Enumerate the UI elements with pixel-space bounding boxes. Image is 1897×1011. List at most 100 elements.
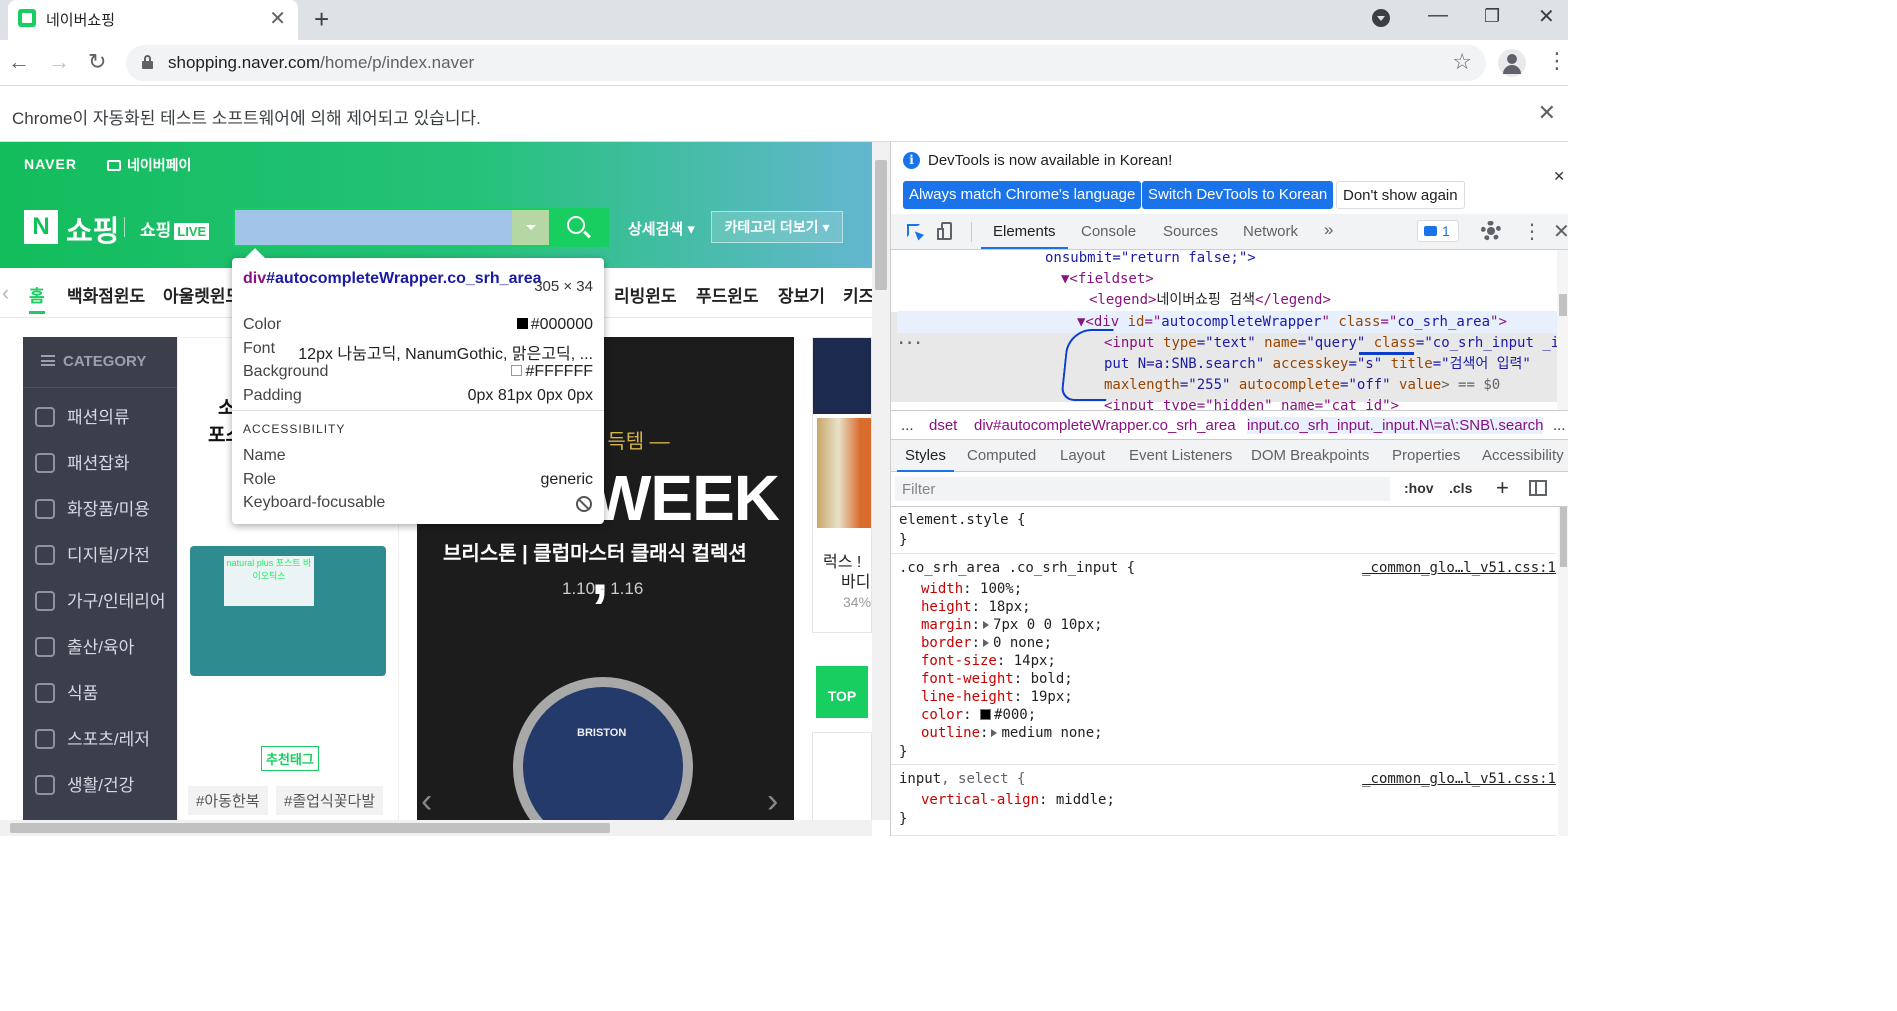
more-tabs-icon[interactable]: »: [1324, 220, 1333, 240]
tab-event-listeners[interactable]: Event Listeners: [1129, 447, 1232, 464]
shopping-logo-text[interactable]: 쇼핑: [66, 208, 119, 250]
menu-item-living[interactable]: 리빙윈도: [614, 282, 677, 307]
styles-filter-input[interactable]: Filter: [895, 477, 1390, 501]
style-property[interactable]: font-size: 14px;: [921, 652, 1056, 670]
tab-styles[interactable]: Styles: [897, 447, 954, 472]
devtools-menu-icon[interactable]: ⋮: [1522, 219, 1542, 244]
browser-tab[interactable]: 네이버쇼핑 ✕: [8, 0, 298, 40]
settings-gear-icon[interactable]: [1481, 221, 1501, 241]
search-button[interactable]: [549, 210, 607, 245]
dom-line-selected-wrapper[interactable]: ▼<div id="autocompleteWrapper" class="co…: [1077, 312, 1507, 333]
side-product-card[interactable]: 럭스 ! 바디 34%: [812, 337, 872, 633]
category-item[interactable]: 디지털/가전: [35, 541, 150, 566]
dom-line[interactable]: put N=a:SNB.search" accesskey="s" title=…: [1104, 354, 1531, 375]
category-item[interactable]: 패션의류: [35, 403, 130, 428]
close-devtools-icon[interactable]: ✕: [1553, 219, 1568, 244]
always-match-language-button[interactable]: Always match Chrome's language: [903, 181, 1142, 209]
dom-line[interactable]: <legend>네이버쇼핑 검색</legend>: [1089, 290, 1331, 311]
tag-chip[interactable]: #졸업식꽃다발: [276, 786, 384, 815]
menu-item-grocery[interactable]: 장보기: [778, 282, 825, 307]
close-infobar-icon[interactable]: ✕: [1553, 168, 1565, 185]
class-toggle[interactable]: .cls: [1449, 480, 1472, 496]
dom-line[interactable]: onsubmit="return false;">: [1045, 250, 1256, 269]
tag-chip[interactable]: #아동한복: [188, 786, 268, 815]
dom-line[interactable]: <input type="hidden" name="cat_id">: [1104, 396, 1399, 410]
hover-state-toggle[interactable]: :hov: [1404, 480, 1434, 496]
autocomplete-toggle[interactable]: [512, 210, 549, 245]
category-item[interactable]: 가구/인테리어: [35, 587, 166, 612]
dom-line[interactable]: ▼<fieldset>: [1061, 269, 1154, 290]
category-item[interactable]: 출산/육아: [35, 633, 134, 658]
menu-item-outlet[interactable]: 아울렛윈도: [163, 282, 241, 307]
dom-line[interactable]: maxlength="255" autocomplete="off" value…: [1104, 375, 1500, 396]
style-property[interactable]: outline: medium none;: [921, 724, 1103, 742]
menu-prev-icon[interactable]: ‹: [2, 280, 9, 306]
tab-accessibility[interactable]: Accessibility: [1482, 447, 1564, 464]
style-property[interactable]: height: 18px;: [921, 598, 1031, 616]
rule-selector[interactable]: input, select {: [899, 770, 1025, 788]
styles-scrollbar[interactable]: [1558, 507, 1568, 836]
search-input[interactable]: [235, 210, 512, 245]
style-property[interactable]: width: 100%;: [921, 580, 1022, 598]
tab-network[interactable]: Network: [1243, 223, 1298, 240]
tab-properties[interactable]: Properties: [1392, 447, 1460, 464]
inspect-element-icon[interactable]: [905, 222, 925, 241]
issues-badge[interactable]: 1: [1417, 220, 1459, 242]
tab-layout[interactable]: Layout: [1060, 447, 1105, 464]
new-rule-icon[interactable]: +: [1496, 475, 1509, 501]
restore-icon[interactable]: ❐: [1484, 6, 1500, 27]
rule-source-link[interactable]: _common_glo…l_v51.css:1: [1362, 559, 1556, 577]
naver-pay-link[interactable]: 네이버페이: [107, 155, 191, 175]
category-item[interactable]: 스포츠/레저: [35, 725, 150, 750]
node-actions-icon[interactable]: ...: [897, 330, 922, 351]
new-tab-icon[interactable]: +: [314, 4, 329, 35]
menu-item-department[interactable]: 백화점윈도: [67, 282, 145, 307]
rule-selector[interactable]: .co_srh_area .co_srh_input {: [899, 559, 1135, 577]
dom-scrollbar[interactable]: [1557, 250, 1568, 410]
close-window-icon[interactable]: ✕: [1538, 4, 1555, 29]
page-horizontal-scrollbar[interactable]: [0, 820, 872, 836]
close-infobar-icon[interactable]: ✕: [1538, 100, 1556, 126]
page-vertical-scrollbar[interactable]: [872, 142, 890, 820]
menu-item-home[interactable]: 홈: [29, 282, 45, 314]
minimize-icon[interactable]: —: [1428, 4, 1448, 27]
bookmark-star-icon[interactable]: ☆: [1452, 49, 1472, 75]
switch-to-korean-button[interactable]: Switch DevTools to Korean: [1142, 181, 1334, 209]
tab-search-icon[interactable]: [1372, 9, 1390, 27]
address-bar[interactable]: shopping.naver.com/home/p/index.naver ☆: [126, 45, 1486, 81]
rule-source-link[interactable]: _common_glo…l_v51.css:1: [1362, 770, 1556, 788]
tab-sources[interactable]: Sources: [1163, 223, 1218, 240]
dom-line-selected-input[interactable]: <input type="text" name="query" class="c…: [1104, 333, 1568, 354]
profile-avatar-icon[interactable]: [1498, 49, 1526, 77]
back-icon[interactable]: ←: [8, 49, 30, 75]
breadcrumb-more[interactable]: ...: [1553, 417, 1566, 434]
detail-search-button[interactable]: 상세검색 ▾: [628, 218, 695, 239]
rule-selector[interactable]: element.style {: [899, 511, 1025, 529]
tab-elements[interactable]: Elements: [981, 223, 1067, 249]
breadcrumb-more[interactable]: ...: [901, 417, 914, 434]
top-button[interactable]: TOP: [816, 666, 868, 718]
chrome-menu-icon[interactable]: ⋮: [1546, 48, 1568, 74]
product-image[interactable]: natural plus 포스트 바이오틱스: [190, 546, 386, 676]
reload-icon[interactable]: ↻: [88, 49, 106, 75]
banner-next-icon[interactable]: ›: [767, 782, 778, 820]
style-property[interactable]: font-weight: bold;: [921, 670, 1073, 688]
style-property[interactable]: color: #000;: [921, 706, 1036, 724]
shopping-live-link[interactable]: 쇼핑 LIVE: [140, 216, 210, 241]
category-item[interactable]: 패션잡화: [35, 449, 130, 474]
style-property[interactable]: vertical-align: middle;: [921, 791, 1115, 809]
breadcrumb-item-selected[interactable]: input.co_srh_input._input.N\=a\:SNB\.sea…: [1247, 417, 1544, 434]
breadcrumb-item[interactable]: dset: [929, 417, 957, 434]
style-property[interactable]: margin: 7px 0 0 10px;: [921, 616, 1103, 634]
breadcrumb-item[interactable]: div#autocompleteWrapper.co_srh_area: [974, 417, 1236, 434]
menu-item-food[interactable]: 푸드윈도: [696, 282, 759, 307]
tab-console[interactable]: Console: [1081, 223, 1136, 240]
device-toolbar-icon[interactable]: [937, 222, 955, 240]
close-tab-icon[interactable]: ✕: [269, 6, 286, 31]
tab-dom-breakpoints[interactable]: DOM Breakpoints: [1251, 447, 1369, 464]
style-property[interactable]: line-height: 19px;: [921, 688, 1073, 706]
banner-prev-icon[interactable]: ‹: [421, 782, 432, 820]
dont-show-again-button[interactable]: Don't show again: [1336, 181, 1465, 209]
naver-logo[interactable]: NAVER: [24, 156, 77, 172]
forward-icon[interactable]: →: [48, 49, 70, 75]
